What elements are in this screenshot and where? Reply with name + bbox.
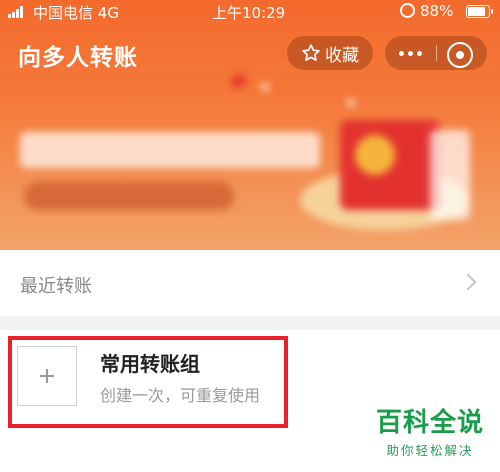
more-icon[interactable] [385,36,435,70]
network-label: 4G [97,4,119,22]
close-mini-program-icon[interactable] [447,42,473,68]
header-banner: 中国电信 4G 上午10:29 88% 向多人转账 收藏 [0,0,500,250]
add-group-button[interactable] [17,346,77,406]
watermark-title: 百科全说 [375,408,484,438]
page-title: 向多人转账 [18,45,138,71]
battery-icon [466,5,493,18]
carrier-label: 中国电信 4G [33,4,119,22]
sparkle-icon [346,98,356,108]
sparkle-icon [260,82,270,92]
promo-banner-blurred[interactable] [0,60,500,250]
recent-transfers-label: 最近转账 [20,276,92,297]
red-envelope-icon [230,72,248,90]
group-subtitle: 创建一次，可重复使用 [100,386,261,405]
favorite-button[interactable]: 收藏 [287,36,373,70]
capsule-divider [436,45,437,61]
watermark-subtitle: 助你轻松解决 [386,443,474,458]
mini-program-capsule [385,36,487,70]
banner-headline [20,132,320,168]
group-title[interactable]: 常用转账组 [100,348,200,377]
star-icon [302,44,320,61]
banner-subline [24,182,234,210]
signal-icon [8,6,28,18]
plus-icon [18,347,76,405]
recent-transfers-row[interactable]: 最近转账 [0,250,500,316]
banner-coin [355,135,395,175]
rotation-lock-icon [400,3,415,18]
watermark-logo: 百科全说 助你轻松解决 [368,408,492,459]
clock: 上午10:29 [212,4,286,22]
chevron-right-icon [459,273,477,291]
battery-percent: 88% [420,2,454,20]
banner-side-card [430,130,470,220]
status-bar: 中国电信 4G 上午10:29 88% [0,0,500,24]
favorite-label: 收藏 [325,45,359,66]
